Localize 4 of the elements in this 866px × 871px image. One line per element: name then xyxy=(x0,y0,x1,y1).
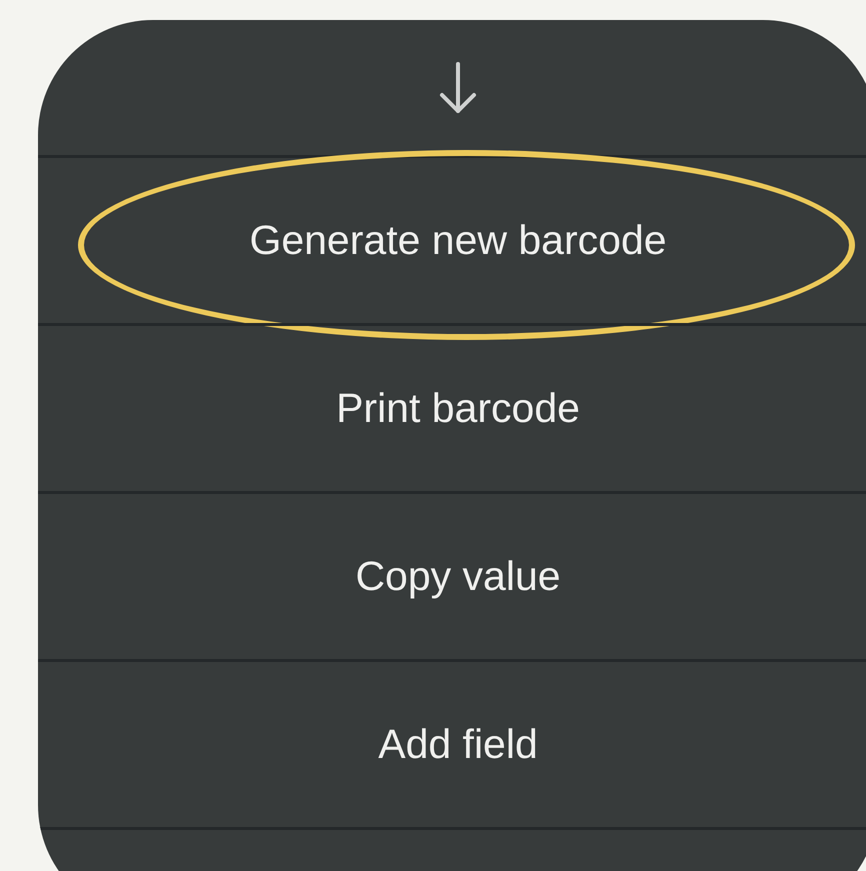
menu-item[interactable]: Generate new barcode xyxy=(38,158,866,323)
menu-item[interactable]: Print barcode xyxy=(38,326,866,491)
menu-item[interactable]: Copy value xyxy=(38,494,866,659)
menu-item[interactable]: Add field xyxy=(38,662,866,827)
